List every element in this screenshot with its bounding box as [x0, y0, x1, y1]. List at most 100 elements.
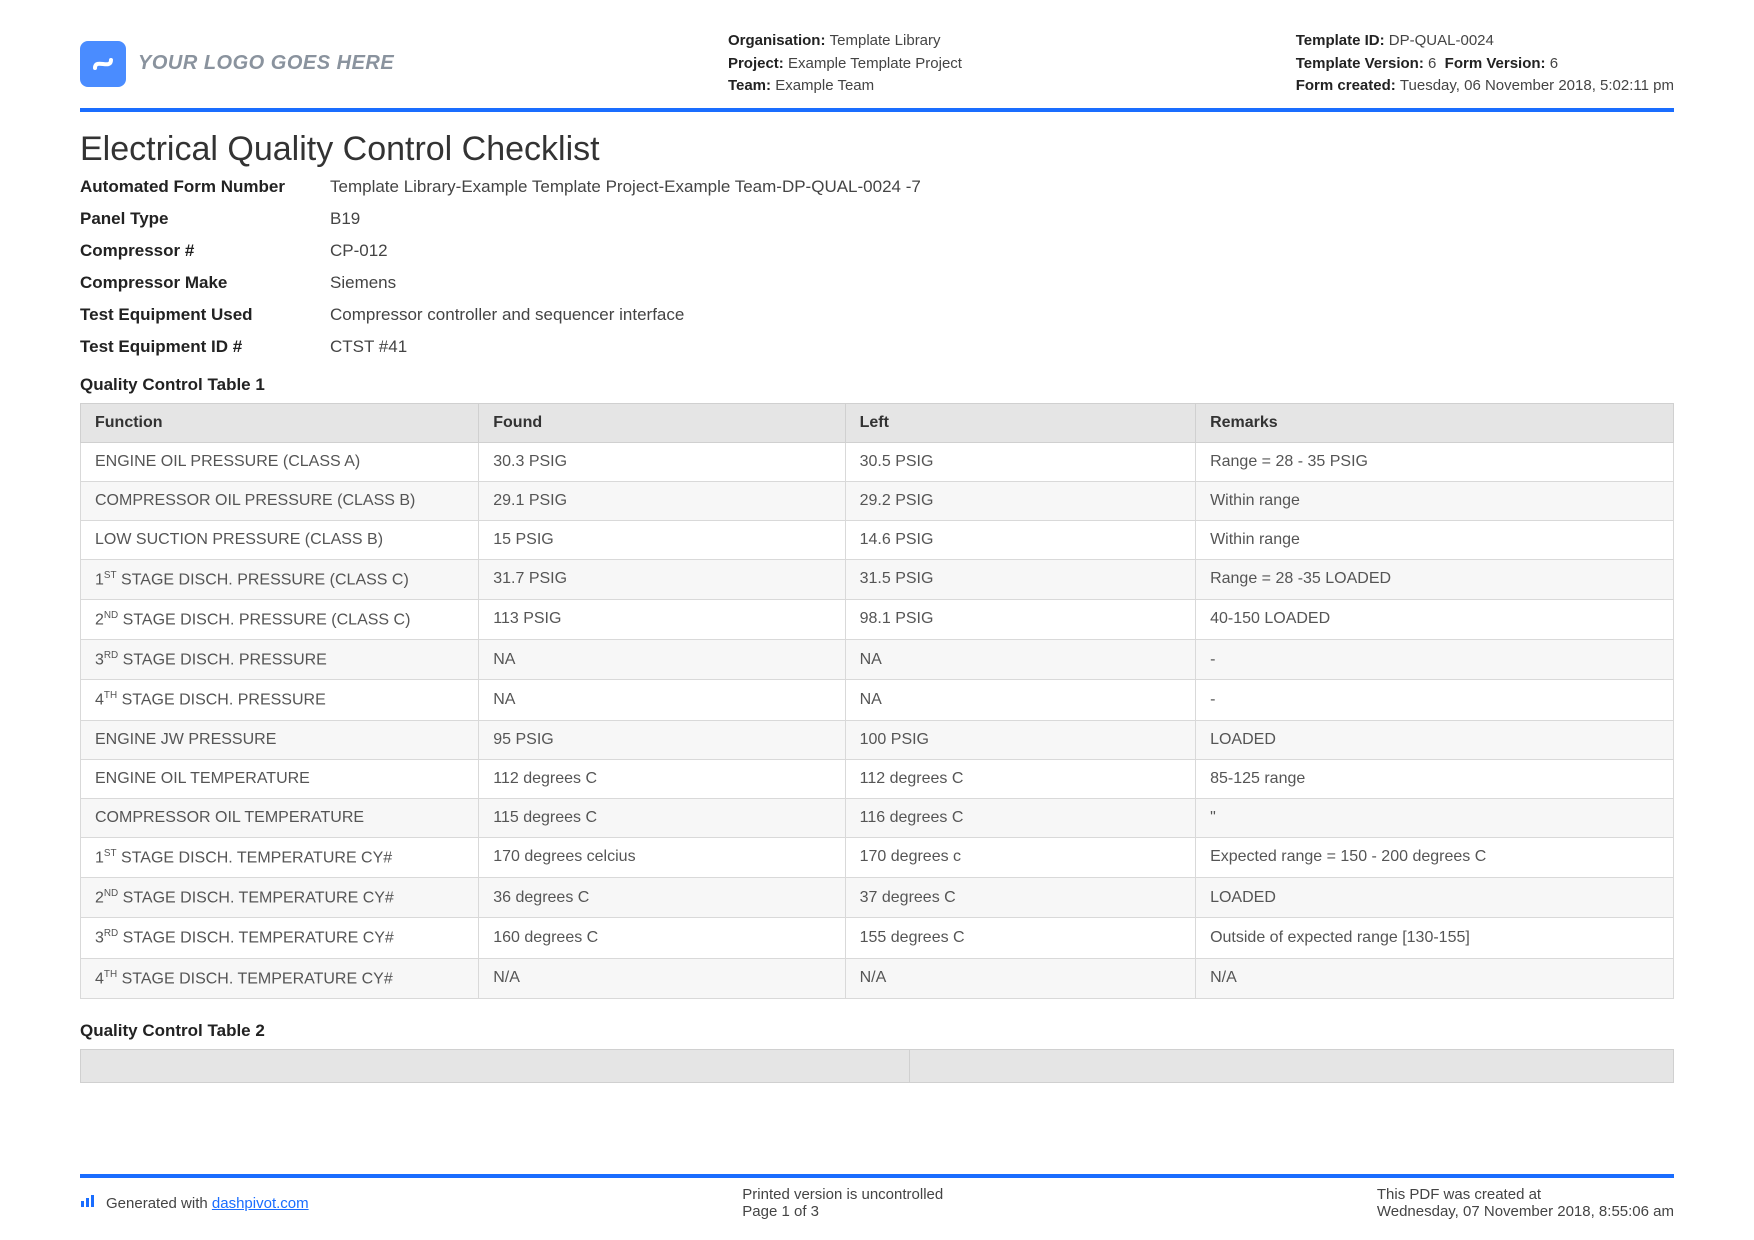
- cell-function: 2ND STAGE DISCH. TEMPERATURE CY#: [81, 878, 479, 918]
- cell-function: LOW SUCTION PRESSURE (CLASS B): [81, 520, 479, 559]
- form-field-value: Compressor controller and sequencer inte…: [330, 305, 1674, 325]
- footer-created-value: Wednesday, 07 November 2018, 8:55:06 am: [1377, 1203, 1674, 1220]
- cell-found: 160 degrees C: [479, 918, 845, 958]
- cell-remarks: 40-150 LOADED: [1196, 599, 1674, 639]
- template-id-label: Template ID:: [1296, 32, 1385, 49]
- logo-block: YOUR LOGO GOES HERE: [80, 30, 394, 98]
- footer-generated-prefix: Generated with: [106, 1195, 212, 1212]
- cell-found: 95 PSIG: [479, 720, 845, 759]
- org-label: Organisation:: [728, 32, 826, 49]
- cell-function: 1ST STAGE DISCH. PRESSURE (CLASS C): [81, 559, 479, 599]
- project-value: Example Template Project: [788, 55, 962, 72]
- footer-right: This PDF was created at Wednesday, 07 No…: [1377, 1186, 1674, 1220]
- document-footer: Generated with dashpivot.com Printed ver…: [80, 1174, 1674, 1220]
- qc2-title: Quality Control Table 2: [80, 1021, 1674, 1041]
- cell-function: COMPRESSOR OIL PRESSURE (CLASS B): [81, 481, 479, 520]
- form-version-label: Form Version:: [1445, 55, 1546, 72]
- dashpivot-icon: [80, 1194, 98, 1212]
- table-row: COMPRESSOR OIL PRESSURE (CLASS B)29.1 PS…: [81, 481, 1674, 520]
- form-field-value: B19: [330, 209, 1674, 229]
- form-field-value: CTST #41: [330, 337, 1674, 357]
- table-row: ENGINE OIL PRESSURE (CLASS A)30.3 PSIG30…: [81, 442, 1674, 481]
- cell-found: 112 degrees C: [479, 759, 845, 798]
- cell-left: N/A: [845, 958, 1195, 998]
- cell-found: 115 degrees C: [479, 798, 845, 837]
- form-version-value: 6: [1550, 55, 1558, 72]
- cell-left: NA: [845, 640, 1195, 680]
- cell-left: 98.1 PSIG: [845, 599, 1195, 639]
- cell-left: 14.6 PSIG: [845, 520, 1195, 559]
- table-row: 1ST STAGE DISCH. PRESSURE (CLASS C)31.7 …: [81, 559, 1674, 599]
- table-row: 1ST STAGE DISCH. TEMPERATURE CY#170 degr…: [81, 837, 1674, 877]
- cell-left: 170 degrees c: [845, 837, 1195, 877]
- logo-icon: [80, 41, 126, 87]
- cell-left: 155 degrees C: [845, 918, 1195, 958]
- project-label: Project:: [728, 55, 784, 72]
- table-row: 4TH STAGE DISCH. TEMPERATURE CY#N/AN/AN/…: [81, 958, 1674, 998]
- cell-left: 29.2 PSIG: [845, 481, 1195, 520]
- cell-found: 31.7 PSIG: [479, 559, 845, 599]
- cell-found: NA: [479, 680, 845, 720]
- template-id-value: DP-QUAL-0024: [1389, 32, 1494, 49]
- cell-found: 170 degrees celcius: [479, 837, 845, 877]
- cell-function: 1ST STAGE DISCH. TEMPERATURE CY#: [81, 837, 479, 877]
- cell-function: 4TH STAGE DISCH. PRESSURE: [81, 680, 479, 720]
- template-version-label: Template Version:: [1296, 55, 1424, 72]
- form-field-value: Template Library-Example Template Projec…: [330, 177, 1674, 197]
- qc1-h-left: Left: [845, 403, 1195, 442]
- form-fields: Automated Form NumberTemplate Library-Ex…: [80, 177, 1674, 357]
- cell-remarks: Within range: [1196, 481, 1674, 520]
- qc-table-2-header: [80, 1049, 1674, 1083]
- cell-remarks: LOADED: [1196, 878, 1674, 918]
- table-row: ENGINE JW PRESSURE95 PSIG100 PSIGLOADED: [81, 720, 1674, 759]
- form-field-value: Siemens: [330, 273, 1674, 293]
- cell-remarks: Within range: [1196, 520, 1674, 559]
- cell-remarks: N/A: [1196, 958, 1674, 998]
- team-label: Team:: [728, 77, 771, 94]
- table-row: ENGINE OIL TEMPERATURE112 degrees C112 d…: [81, 759, 1674, 798]
- team-value: Example Team: [775, 77, 874, 94]
- footer-created-label: This PDF was created at: [1377, 1186, 1674, 1203]
- cell-left: 30.5 PSIG: [845, 442, 1195, 481]
- cell-function: 4TH STAGE DISCH. TEMPERATURE CY#: [81, 958, 479, 998]
- footer-center: Printed version is uncontrolled Page 1 o…: [742, 1186, 943, 1220]
- cell-remarks: ": [1196, 798, 1674, 837]
- table-row: COMPRESSOR OIL TEMPERATURE115 degrees C1…: [81, 798, 1674, 837]
- form-field-label: Test Equipment Used: [80, 305, 330, 325]
- cell-function: 2ND STAGE DISCH. PRESSURE (CLASS C): [81, 599, 479, 639]
- page-title: Electrical Quality Control Checklist: [80, 130, 1674, 169]
- cell-remarks: 85-125 range: [1196, 759, 1674, 798]
- form-field-label: Test Equipment ID #: [80, 337, 330, 357]
- qc1-h-found: Found: [479, 403, 845, 442]
- cell-left: 112 degrees C: [845, 759, 1195, 798]
- form-created-label: Form created:: [1296, 77, 1396, 94]
- qc1-h-function: Function: [81, 403, 479, 442]
- org-value: Template Library: [830, 32, 941, 49]
- qc-table-1: Function Found Left Remarks ENGINE OIL P…: [80, 403, 1674, 1000]
- footer-generated-link[interactable]: dashpivot.com: [212, 1195, 309, 1212]
- form-field-label: Automated Form Number: [80, 177, 330, 197]
- cell-found: 36 degrees C: [479, 878, 845, 918]
- header-meta-template: Template ID: DP-QUAL-0024 Template Versi…: [1296, 30, 1674, 98]
- cell-remarks: LOADED: [1196, 720, 1674, 759]
- cell-left: 31.5 PSIG: [845, 559, 1195, 599]
- cell-found: 113 PSIG: [479, 599, 845, 639]
- cell-function: ENGINE OIL TEMPERATURE: [81, 759, 479, 798]
- form-field-value: CP-012: [330, 241, 1674, 261]
- cell-function: 3RD STAGE DISCH. PRESSURE: [81, 640, 479, 680]
- qc1-title: Quality Control Table 1: [80, 375, 1674, 395]
- cell-left: NA: [845, 680, 1195, 720]
- cell-remarks: -: [1196, 640, 1674, 680]
- cell-function: 3RD STAGE DISCH. TEMPERATURE CY#: [81, 918, 479, 958]
- qc1-header-row: Function Found Left Remarks: [81, 403, 1674, 442]
- cell-remarks: Expected range = 150 - 200 degrees C: [1196, 837, 1674, 877]
- cell-left: 116 degrees C: [845, 798, 1195, 837]
- cell-found: 30.3 PSIG: [479, 442, 845, 481]
- cell-found: NA: [479, 640, 845, 680]
- cell-found: 15 PSIG: [479, 520, 845, 559]
- cell-function: ENGINE JW PRESSURE: [81, 720, 479, 759]
- table-row: 3RD STAGE DISCH. TEMPERATURE CY#160 degr…: [81, 918, 1674, 958]
- cell-function: COMPRESSOR OIL TEMPERATURE: [81, 798, 479, 837]
- qc1-h-remarks: Remarks: [1196, 403, 1674, 442]
- document-header: YOUR LOGO GOES HERE Organisation: Templa…: [80, 30, 1674, 112]
